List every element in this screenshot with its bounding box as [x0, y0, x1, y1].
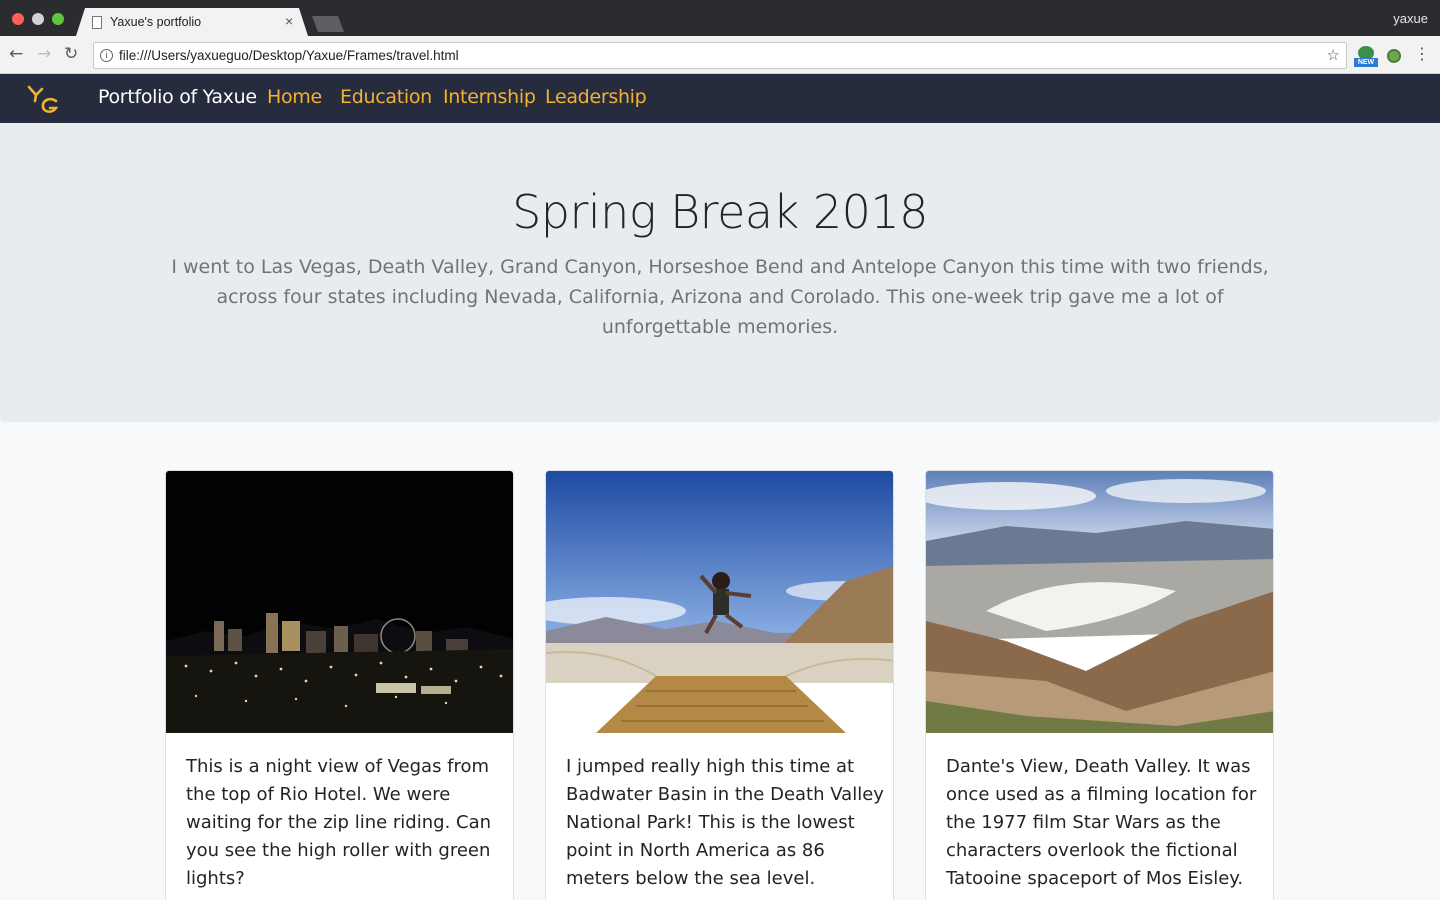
tab-close-icon[interactable]: ×	[285, 13, 293, 29]
browser-tab-active[interactable]: Yaxue's portfolio ×	[76, 8, 308, 36]
nav-link-leadership[interactable]: Leadership	[545, 86, 647, 108]
document-icon	[92, 16, 102, 29]
card-badwater: I jumped really high this time at Badwat…	[545, 470, 894, 900]
bookmark-star-icon[interactable]: ☆	[1327, 46, 1340, 64]
window-maximize-button[interactable]	[52, 13, 64, 25]
extension-badge: NEW	[1354, 58, 1378, 67]
hero-section: Spring Break 2018 I went to Las Vegas, D…	[0, 123, 1440, 422]
window-minimize-button[interactable]	[32, 13, 44, 25]
browser-menu-icon[interactable]: ⋮	[1414, 44, 1430, 63]
photo-vegas-night	[166, 471, 513, 733]
card-text: Dante's View, Death Valley. It was once …	[946, 756, 1257, 889]
extension-green-icon[interactable]	[1387, 49, 1401, 63]
page-title: Spring Break 2018	[512, 185, 928, 239]
profile-name[interactable]: yaxue	[1393, 11, 1428, 26]
info-icon[interactable]: i	[100, 49, 113, 62]
window-close-button[interactable]	[12, 13, 24, 25]
card-vegas: This is a night view of Vegas from the t…	[165, 470, 514, 900]
photo-badwater-jump	[546, 471, 893, 733]
new-tab-button[interactable]	[312, 16, 344, 32]
brand-link[interactable]: Portfolio of Yaxue	[98, 86, 257, 108]
site-navbar: YG Portfolio of Yaxue Home Education Int…	[0, 74, 1440, 123]
hero-description: I went to Las Vegas, Death Valley, Grand…	[171, 256, 1269, 338]
photo-dantes-view	[926, 471, 1273, 733]
extension-new-icon[interactable]: NEW	[1354, 46, 1378, 68]
nav-link-internship[interactable]: Internship	[443, 86, 536, 108]
browser-titlebar: Yaxue's portfolio × yaxue	[0, 0, 1440, 36]
reload-icon[interactable]: ↻	[64, 44, 78, 64]
card-text: I jumped really high this time at Badwat…	[566, 756, 884, 889]
card-dantes-view: Dante's View, Death Valley. It was once …	[925, 470, 1274, 900]
back-arrow-icon[interactable]: ←	[9, 44, 23, 64]
tab-title: Yaxue's portfolio	[110, 15, 202, 29]
address-bar[interactable]: i file:///Users/yaxueguo/Desktop/Yaxue/F…	[93, 42, 1347, 69]
url-text[interactable]: file:///Users/yaxueguo/Desktop/Yaxue/Fra…	[119, 48, 459, 63]
nav-link-education[interactable]: Education	[340, 86, 432, 108]
nav-link-home[interactable]: Home	[267, 86, 322, 108]
yg-logo-icon[interactable]: YG	[26, 84, 60, 116]
card-text: This is a night view of Vegas from the t…	[186, 756, 492, 889]
forward-arrow-icon[interactable]: →	[37, 44, 51, 64]
